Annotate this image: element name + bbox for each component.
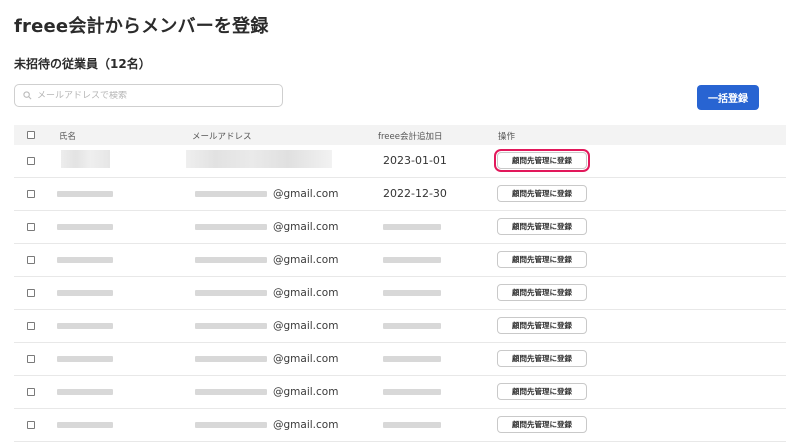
table-row: @gmail.com 顧問先管理に登録 [14, 277, 786, 310]
redacted-name [57, 356, 113, 362]
header-date: freee会計追加日 [378, 132, 443, 142]
email-domain: @gmail.com [273, 386, 339, 398]
register-to-client-button[interactable]: 顧問先管理に登録 [494, 149, 590, 172]
row-checkbox[interactable] [27, 289, 35, 297]
redacted-email-local [195, 257, 267, 263]
redacted-name [57, 323, 113, 329]
search-input[interactable] [37, 90, 267, 101]
search-icon [23, 91, 32, 100]
table-row: 2023-01-01 顧問先管理に登録 [14, 145, 786, 178]
email-domain: @gmail.com [273, 353, 339, 365]
redacted-date [383, 224, 441, 230]
email-domain: @gmail.com [273, 287, 339, 299]
row-checkbox[interactable] [27, 355, 35, 363]
redacted-date [383, 389, 441, 395]
row-checkbox[interactable] [27, 223, 35, 231]
register-to-client-button[interactable]: 顧問先管理に登録 [497, 185, 587, 202]
redacted-email-local [195, 389, 267, 395]
row-checkbox[interactable] [27, 388, 35, 396]
redacted-email-local [195, 290, 267, 296]
search-box[interactable] [14, 84, 283, 107]
header-name: 氏名 [59, 132, 77, 142]
bulk-register-button[interactable]: 一括登録 [697, 85, 759, 110]
redacted-name [57, 422, 113, 428]
header-email: メールアドレス [192, 132, 252, 142]
register-to-client-button[interactable]: 顧問先管理に登録 [497, 350, 587, 367]
table-header: 氏名 メールアドレス freee会計追加日 操作 [14, 125, 786, 145]
table-row: @gmail.com 顧問先管理に登録 [14, 244, 786, 277]
redacted-name [57, 290, 113, 296]
redacted-email-local [195, 191, 267, 197]
email-domain: @gmail.com [273, 419, 339, 431]
table-row: @gmail.com 顧問先管理に登録 [14, 376, 786, 409]
register-to-client-button[interactable]: 顧問先管理に登録 [497, 317, 587, 334]
redacted-email-local [195, 422, 267, 428]
table-row: @gmail.com 顧問先管理に登録 [14, 343, 786, 376]
select-all-checkbox[interactable] [27, 131, 35, 139]
table-row: @gmail.com 顧問先管理に登録 [14, 409, 786, 442]
redacted-name [57, 224, 113, 230]
section-title: 未招待の従業員（12名） [14, 57, 151, 71]
email-domain: @gmail.com [273, 254, 339, 266]
redacted-name [57, 389, 113, 395]
table-row: @gmail.com 顧問先管理に登録 [14, 310, 786, 343]
redacted-date [383, 356, 441, 362]
email-domain: @gmail.com [273, 188, 339, 200]
row-checkbox[interactable] [27, 256, 35, 264]
redacted-date [383, 290, 441, 296]
register-to-client-button[interactable]: 顧問先管理に登録 [497, 383, 587, 400]
header-action: 操作 [498, 132, 516, 142]
redacted-email [186, 150, 332, 168]
added-date: 2022-12-30 [383, 187, 447, 200]
redacted-email-local [195, 224, 267, 230]
row-checkbox[interactable] [27, 421, 35, 429]
row-checkbox[interactable] [27, 157, 35, 165]
row-checkbox[interactable] [27, 190, 35, 198]
page-title: freee会計からメンバーを登録 [14, 16, 269, 37]
table-row: @gmail.com 顧問先管理に登録 [14, 211, 786, 244]
redacted-name [57, 257, 113, 263]
register-to-client-button[interactable]: 顧問先管理に登録 [497, 284, 587, 301]
email-domain: @gmail.com [273, 221, 339, 233]
table-row: @gmail.com 2022-12-30 顧問先管理に登録 [14, 178, 786, 211]
redacted-email-local [195, 323, 267, 329]
redacted-date [383, 323, 441, 329]
email-domain: @gmail.com [273, 320, 339, 332]
members-table: 氏名 メールアドレス freee会計追加日 操作 2023-01-01 顧問先管理… [14, 125, 786, 442]
redacted-name [61, 150, 110, 168]
register-to-client-button[interactable]: 顧問先管理に登録 [497, 218, 587, 235]
register-to-client-button[interactable]: 顧問先管理に登録 [497, 251, 587, 268]
register-to-client-button[interactable]: 顧問先管理に登録 [497, 416, 587, 433]
redacted-date [383, 257, 441, 263]
redacted-email-local [195, 356, 267, 362]
redacted-name [57, 191, 113, 197]
redacted-date [383, 422, 441, 428]
added-date: 2023-01-01 [383, 154, 447, 167]
row-checkbox[interactable] [27, 322, 35, 330]
